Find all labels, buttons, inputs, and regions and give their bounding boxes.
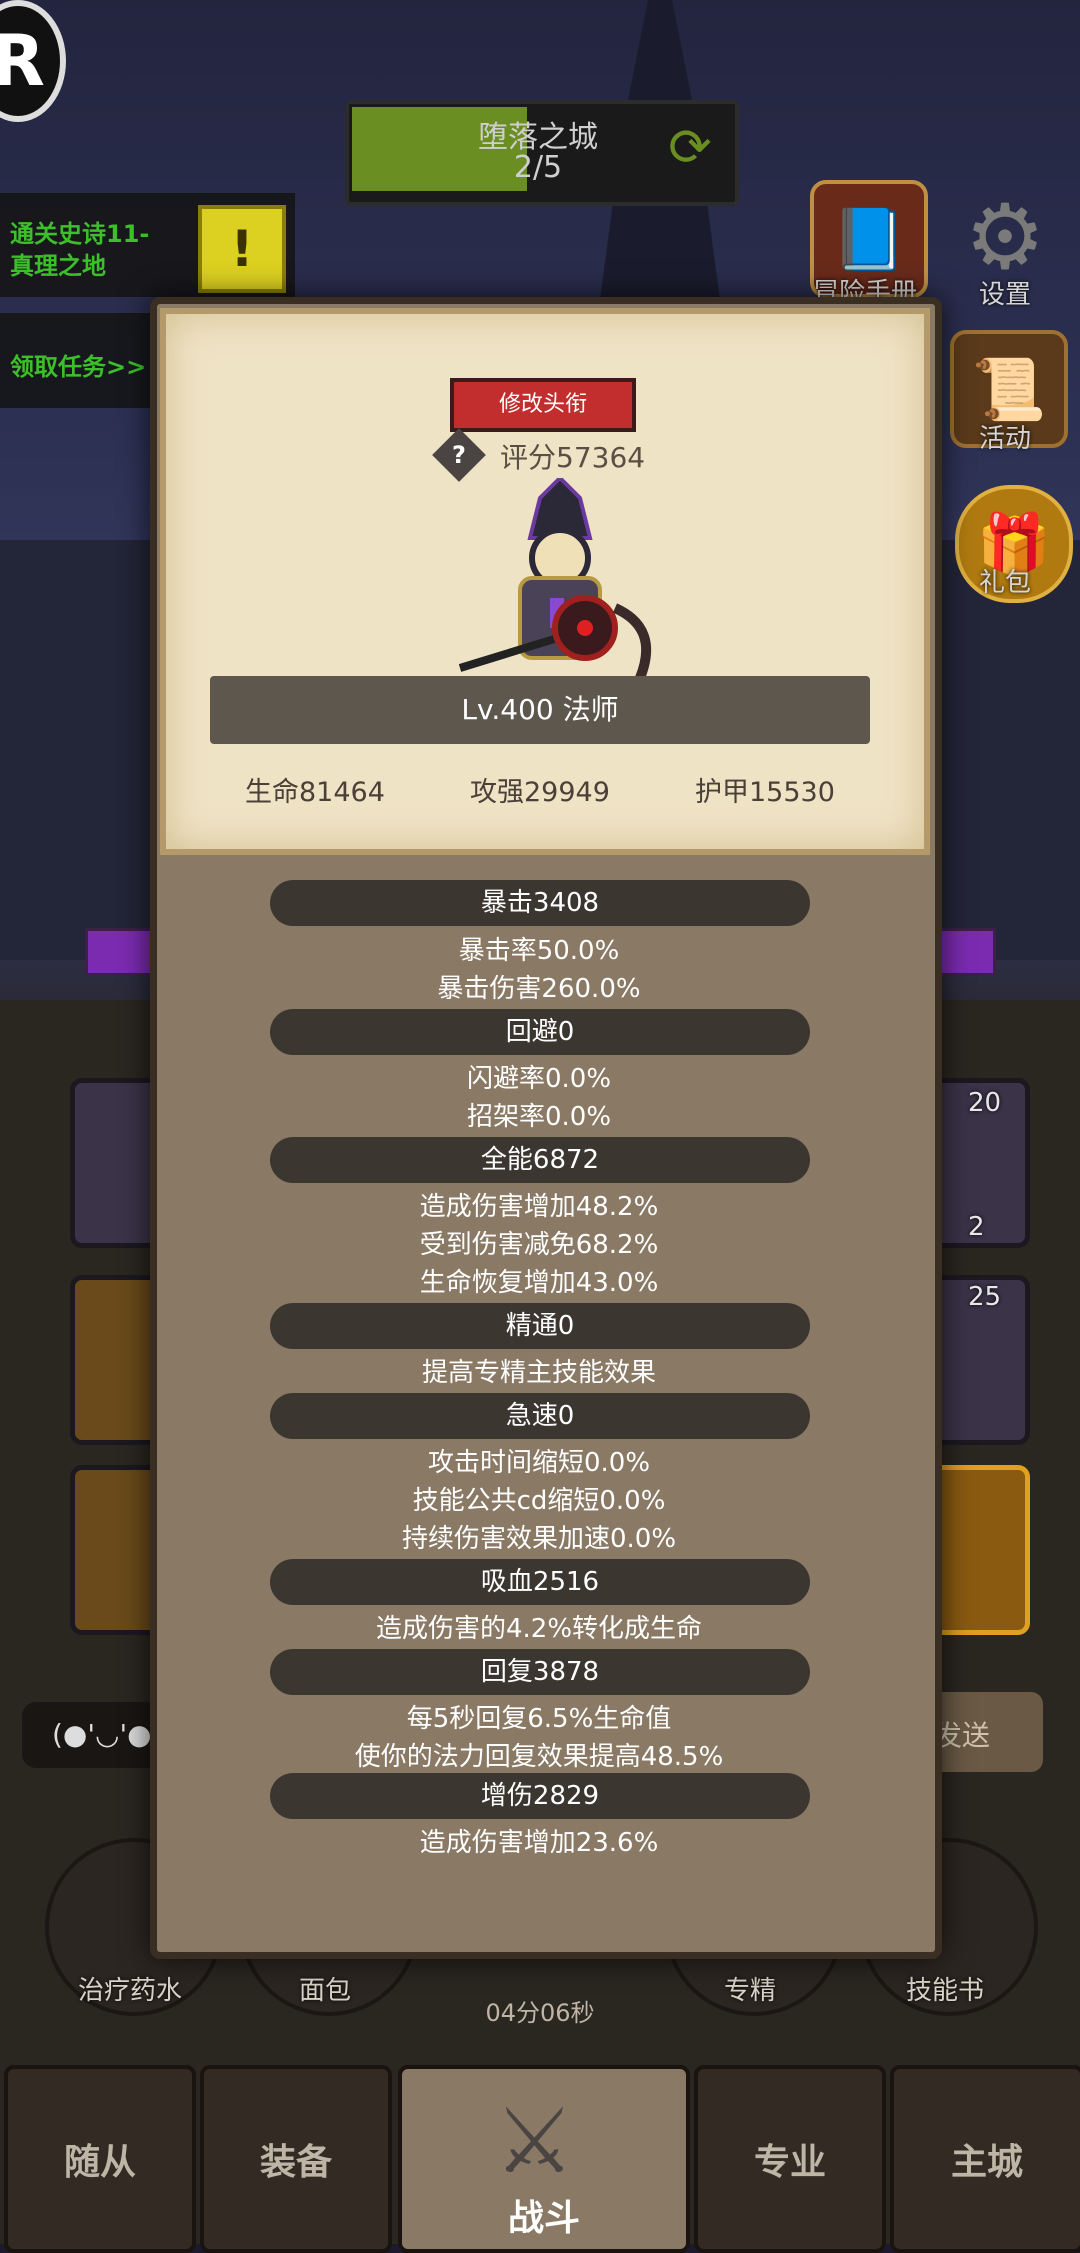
skill-count: 2: [968, 1212, 985, 1242]
activity-label: 活动: [978, 424, 1031, 454]
get-quest-label: 领取任务>>: [10, 353, 147, 381]
section-header-crit: 暴击3408: [270, 880, 810, 926]
help-icon[interactable]: ?: [432, 428, 486, 482]
stat-line: 暴击伤害260.0%: [437, 974, 641, 1004]
bread-label: 面包: [298, 1976, 351, 2006]
score: 评分57364: [500, 441, 646, 474]
stat-line: 技能公共cd缩短0.0%: [412, 1486, 666, 1516]
nav-battle[interactable]: ⚔ 战斗: [398, 2065, 690, 2253]
stat-line: 造成伤害增加48.2%: [419, 1192, 659, 1222]
stat-line: 持续伤害效果加速0.0%: [401, 1524, 677, 1554]
stat-line: 造成伤害的4.2%转化成生命: [375, 1614, 703, 1644]
stat-line: 暴击率50.0%: [458, 936, 620, 966]
battle-timer: 04分06秒: [485, 1999, 595, 2027]
settings-label: 设置: [978, 280, 1031, 310]
hp-stat: 生命81464: [245, 777, 385, 808]
stat-line: 每5秒回复6.5%生命值: [406, 1704, 672, 1734]
stat-line: 使你的法力回复效果提高48.5%: [354, 1742, 724, 1772]
stat-line: 提高专精主技能效果: [421, 1358, 656, 1388]
nav-followers[interactable]: 随从: [4, 2065, 196, 2253]
section-header-versatility: 全能6872: [270, 1137, 810, 1183]
stat-line: 攻击时间缩短0.0%: [427, 1448, 651, 1478]
quest-alert-icon[interactable]: !: [198, 205, 286, 293]
section-header-damage-boost: 增伤2829: [270, 1773, 810, 1819]
nav-profession[interactable]: 专业: [694, 2065, 886, 2253]
crossed-swords-icon: ⚔: [494, 2089, 575, 2194]
stat-line: 受到伤害减免68.2%: [419, 1230, 659, 1260]
send-button[interactable]: 发送: [928, 1692, 1043, 1772]
nav-equipment[interactable]: 装备: [200, 2065, 392, 2253]
skill-count: 25: [968, 1282, 1002, 1312]
nav-main-city[interactable]: 主城: [890, 2065, 1080, 2253]
chat-input[interactable]: (●'◡'●: [22, 1702, 162, 1768]
section-header-haste: 急速0: [270, 1393, 810, 1439]
chat-emote: (●'◡'●: [52, 1718, 152, 1751]
stat-line: 闪避率0.0%: [466, 1064, 612, 1094]
section-header-lifesteal: 吸血2516: [270, 1559, 810, 1605]
section-header-mastery: 精通0: [270, 1303, 810, 1349]
armor-stat: 护甲15530: [695, 777, 835, 808]
section-header-regen: 回复3878: [270, 1649, 810, 1695]
level-class-banner: Lv.400 法师: [210, 676, 870, 744]
quest-line1: 通关史诗11-: [10, 220, 150, 248]
specialization-label: 专精: [723, 1976, 776, 2006]
character-portrait: [458, 478, 652, 680]
attack-stat: 攻强29949: [470, 777, 610, 808]
section-header-dodge: 回避0: [270, 1009, 810, 1055]
skill-count: 20: [968, 1088, 1002, 1118]
stat-line: 造成伤害增加23.6%: [419, 1828, 659, 1858]
skillbook-label: 技能书: [905, 1976, 984, 2006]
quest-line2: 真理之地: [10, 252, 106, 280]
stat-line: 生命恢复增加43.0%: [419, 1268, 659, 1298]
refresh-icon[interactable]: ⟳: [660, 118, 720, 178]
potion-label: 治疗药水: [77, 1976, 182, 2006]
stat-line: 招架率0.0%: [466, 1102, 612, 1132]
gift-label: 礼包: [978, 568, 1031, 598]
change-title-button[interactable]: 修改头衔: [450, 378, 636, 432]
